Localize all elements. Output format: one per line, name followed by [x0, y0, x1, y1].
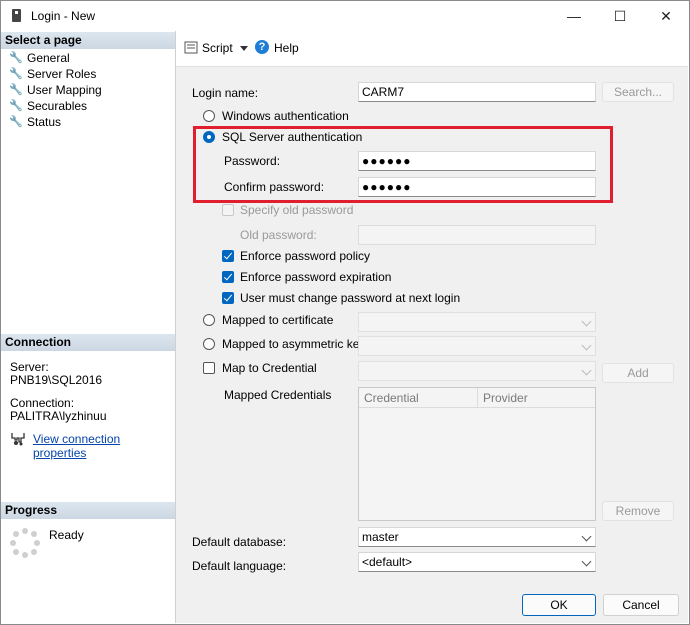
specify-old-password-checkbox[interactable]: [222, 204, 234, 216]
minimize-button[interactable]: —: [551, 1, 597, 31]
mapped-credentials-grid[interactable]: Credential Provider: [358, 387, 596, 521]
search-button[interactable]: Search...: [602, 82, 674, 102]
page-label: General: [27, 51, 70, 65]
mapped-certificate-label: Mapped to certificate: [222, 313, 334, 327]
chevron-down-icon: [581, 556, 592, 567]
mapped-asym-key-label: Mapped to asymmetric key: [222, 337, 366, 351]
page-item-user-mapping[interactable]: 🔧 User Mapping: [9, 82, 102, 98]
old-password-label: Old password:: [240, 228, 317, 242]
title-bar: Login - New — ☐ ✕: [1, 1, 689, 31]
add-button[interactable]: Add: [602, 363, 674, 383]
map-credential-checkbox[interactable]: [203, 362, 215, 374]
highlight-box: [193, 126, 613, 203]
default-language-value: <default>: [362, 555, 413, 569]
map-credential-label: Map to Credential: [222, 361, 317, 375]
connection-properties-icon: [10, 432, 26, 446]
mapped-credentials-label: Mapped Credentials: [224, 388, 332, 402]
wrench-icon: 🔧: [9, 68, 23, 80]
mapped-certificate-radio[interactable]: [203, 314, 215, 326]
specify-old-password-label: Specify old password: [240, 203, 354, 217]
connection-header: Connection: [1, 334, 175, 351]
wrench-icon: 🔧: [9, 100, 23, 112]
must-change-checkbox[interactable]: [222, 292, 234, 304]
page-item-status[interactable]: 🔧 Status: [9, 114, 61, 130]
enforce-expiration-checkbox[interactable]: [222, 271, 234, 283]
connection-value: PALITRA\lyzhinuu: [10, 409, 107, 423]
default-language-dropdown[interactable]: <default>: [358, 552, 596, 572]
asym-key-dropdown[interactable]: [358, 336, 596, 356]
default-database-value: master: [362, 530, 399, 544]
old-password-input[interactable]: [358, 225, 596, 245]
page-item-securables[interactable]: 🔧 Securables: [9, 98, 87, 114]
default-database-label: Default database:: [192, 535, 287, 549]
credential-dropdown[interactable]: [358, 361, 596, 381]
progress-header: Progress: [1, 502, 175, 519]
page-item-server-roles[interactable]: 🔧 Server Roles: [9, 66, 96, 82]
page-label: Server Roles: [27, 67, 97, 81]
chevron-down-icon: [581, 531, 592, 542]
select-page-header: Select a page: [1, 32, 175, 49]
wrench-icon: 🔧: [9, 52, 23, 64]
windows-auth-label: Windows authentication: [222, 109, 349, 123]
page-label: Securables: [27, 99, 88, 113]
cancel-button[interactable]: Cancel: [603, 594, 679, 616]
wrench-icon: 🔧: [9, 116, 23, 128]
script-button[interactable]: Script: [202, 41, 233, 55]
must-change-label: User must change password at next login: [240, 291, 461, 305]
certificate-dropdown[interactable]: [358, 312, 596, 332]
help-icon: ?: [255, 40, 269, 54]
ok-button[interactable]: OK: [522, 594, 596, 616]
page-label: User Mapping: [27, 83, 102, 97]
enforce-policy-label: Enforce password policy: [240, 249, 371, 263]
chevron-down-icon: [581, 340, 592, 351]
close-button[interactable]: ✕: [643, 1, 689, 31]
server-value: PNB19\SQL2016: [10, 373, 103, 387]
toolbar: Script ? Help: [176, 31, 688, 67]
default-language-label: Default language:: [192, 559, 287, 573]
server-label: Server:: [10, 360, 49, 374]
script-dropdown-arrow-icon[interactable]: [240, 46, 248, 51]
page-item-general[interactable]: 🔧 General: [9, 50, 70, 66]
remove-button[interactable]: Remove: [602, 501, 674, 521]
mapped-asym-key-radio[interactable]: [203, 338, 215, 350]
default-database-dropdown[interactable]: master: [358, 527, 596, 547]
login-name-input[interactable]: CARM7: [358, 82, 596, 102]
wrench-icon: 🔧: [9, 84, 23, 96]
maximize-button[interactable]: ☐: [597, 1, 643, 31]
login-name-label: Login name:: [192, 86, 259, 100]
progress-status: Ready: [49, 528, 84, 542]
app-icon: [12, 9, 21, 22]
enforce-expiration-label: Enforce password expiration: [240, 270, 392, 284]
progress-spinner-icon: [10, 528, 40, 558]
enforce-policy-checkbox[interactable]: [222, 250, 234, 262]
script-icon: [184, 41, 198, 54]
view-connection-properties-link[interactable]: View connection properties: [33, 432, 175, 460]
windows-auth-radio[interactable]: [203, 110, 215, 122]
window-title: Login - New: [31, 9, 96, 23]
grid-header-credential: Credential: [359, 388, 478, 408]
help-button[interactable]: Help: [274, 41, 299, 55]
grid-header-provider: Provider: [478, 388, 595, 408]
connection-label: Connection:: [10, 396, 75, 410]
chevron-down-icon: [581, 365, 592, 376]
chevron-down-icon: [581, 316, 592, 327]
page-label: Status: [27, 115, 62, 129]
